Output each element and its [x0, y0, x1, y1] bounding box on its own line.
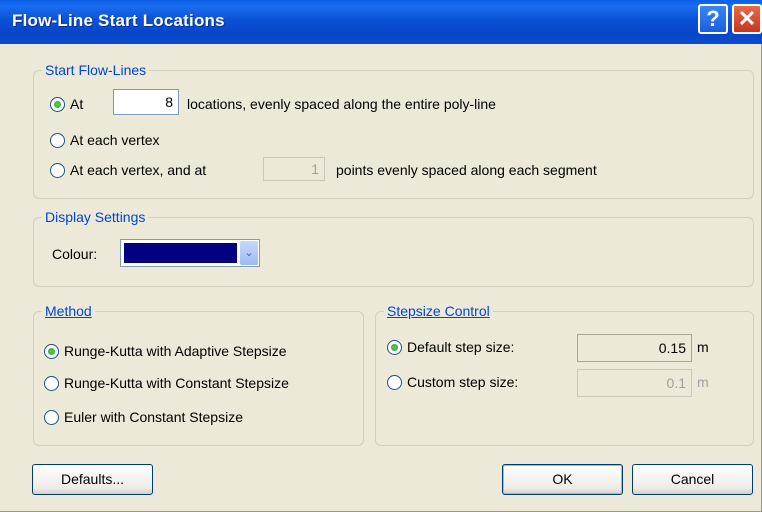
radio-rk-constant[interactable] — [44, 376, 59, 391]
radio-at-locations[interactable] — [50, 97, 65, 112]
radio-each-vertex[interactable] — [50, 133, 65, 148]
radio-at-locations-label: At — [70, 96, 84, 112]
method-legend-text: Method — [45, 303, 92, 319]
locations-count-input[interactable]: 8 — [113, 89, 179, 115]
colour-swatch — [124, 243, 237, 263]
ok-button[interactable]: OK — [502, 464, 623, 495]
radio-vertex-and-points-label: At each vertex, and at — [70, 162, 207, 178]
custom-step-input[interactable]: 0.1 — [577, 369, 692, 397]
chevron-down-icon[interactable]: ⌄ — [240, 241, 258, 265]
radio-euler-constant[interactable] — [44, 410, 59, 425]
radio-rk-adaptive[interactable] — [44, 344, 59, 359]
defaults-button[interactable]: Defaults... — [32, 464, 153, 495]
radio-rk-constant-label: Runge-Kutta with Constant Stepsize — [64, 375, 289, 391]
radio-each-vertex-label: At each vertex — [70, 132, 160, 148]
dialog-window: Flow-Line Start Locations ? ✕ Start Flow… — [0, 0, 762, 512]
radio-euler-constant-label: Euler with Constant Stepsize — [64, 409, 243, 425]
locations-suffix-text: locations, evenly spaced along the entir… — [187, 96, 496, 112]
title-bar: Flow-Line Start Locations ? ✕ — [0, 0, 762, 44]
window-title: Flow-Line Start Locations — [12, 11, 225, 30]
radio-custom-step[interactable] — [387, 375, 402, 390]
method-legend: Method — [42, 303, 95, 319]
radio-default-step[interactable] — [387, 340, 402, 355]
stepsize-legend-text: Stepsize Control — [387, 303, 490, 319]
stepsize-legend: Stepsize Control — [384, 303, 493, 319]
radio-vertex-and-points[interactable] — [50, 163, 65, 178]
radio-rk-adaptive-label: Runge-Kutta with Adaptive Stepsize — [64, 343, 287, 359]
default-step-value: 0.15 — [577, 334, 692, 362]
radio-default-step-label: Default step size: — [407, 339, 515, 355]
points-per-segment-input[interactable]: 1 — [263, 157, 325, 181]
custom-step-unit: m — [697, 374, 709, 390]
points-suffix-text: points evenly spaced along each segment — [336, 162, 597, 178]
colour-label: Colour: — [52, 246, 98, 262]
radio-custom-step-label: Custom step size: — [407, 374, 519, 390]
cancel-button[interactable]: Cancel — [632, 464, 753, 495]
display-settings-legend: Display Settings — [45, 209, 146, 225]
close-icon[interactable]: ✕ — [732, 4, 762, 34]
start-flow-lines-group: Start Flow-Lines — [33, 62, 754, 199]
start-flow-lines-legend: Start Flow-Lines — [45, 62, 147, 78]
help-icon[interactable]: ? — [698, 4, 728, 34]
colour-dropdown[interactable]: ⌄ — [120, 239, 260, 267]
default-step-unit: m — [697, 339, 709, 355]
